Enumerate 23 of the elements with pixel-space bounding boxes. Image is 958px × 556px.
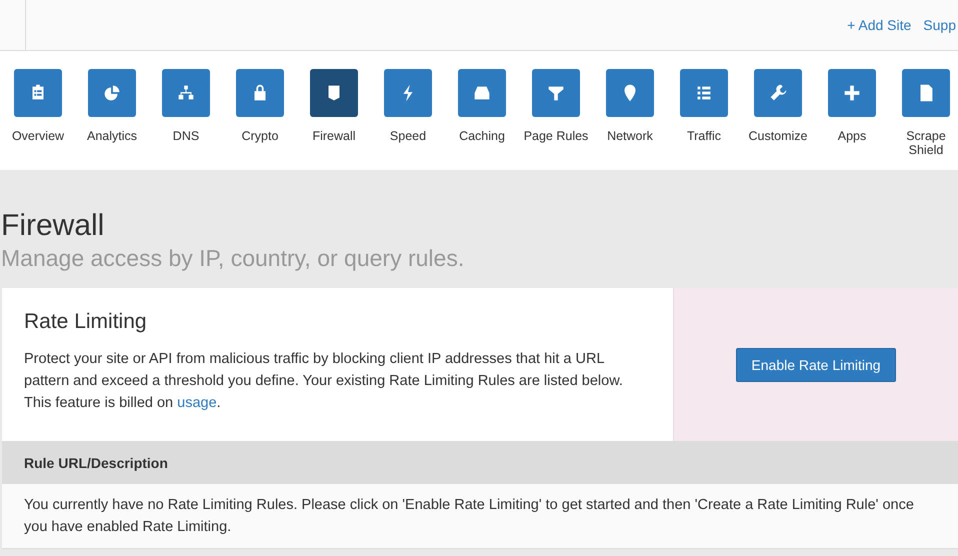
card-title: Rate Limiting [24,310,148,334]
nav-tab[interactable]: Scrape Shield [890,51,958,170]
usage-link[interactable]: usage [177,395,217,411]
page-title: Firewall [1,208,106,244]
card-description: Protect your site or API from malicious traffic by blocking client IP addresses that hit a URL pattern and exceed a threshold you define. Your existing Rate Limiting Rules are listed below. This feature is billed on usage. [24,350,624,413]
enable-rate-limiting-button[interactable]: Enable Rate Limiting [736,348,896,382]
nav-tab[interactable]: Analytics [76,51,148,170]
nav-tab[interactable]: Network [594,51,666,170]
nav-tab[interactable]: Crypto [224,51,296,170]
nav-tab[interactable]: Page Rules [520,51,592,170]
nav-tab[interactable]: Traffic [668,51,740,170]
header-link[interactable]: + Add Site [847,17,912,33]
nav-tab[interactable]: Overview [2,51,74,170]
header-link[interactable]: Supp [923,17,956,33]
nav-tab[interactable]: Firewall [298,51,370,170]
nav-tab[interactable]: Apps [816,51,888,170]
nav-tab[interactable]: Customize [742,51,814,170]
column-header: Rule URL/Description [24,454,168,470]
nav-tab[interactable]: Speed [372,51,444,170]
nav-tab[interactable]: DNS [150,51,222,170]
nav-tab[interactable]: Caching [446,51,518,170]
empty-message: You currently have no Rate Limiting Rules. Please click on 'Enable Rate Limiting' to get started and then 'Create a Rate Limiting Rule' once you have enabled Rate Limiting. [24,496,915,537]
page-subtitle: Manage access by IP, country, or query rules. [1,244,466,272]
